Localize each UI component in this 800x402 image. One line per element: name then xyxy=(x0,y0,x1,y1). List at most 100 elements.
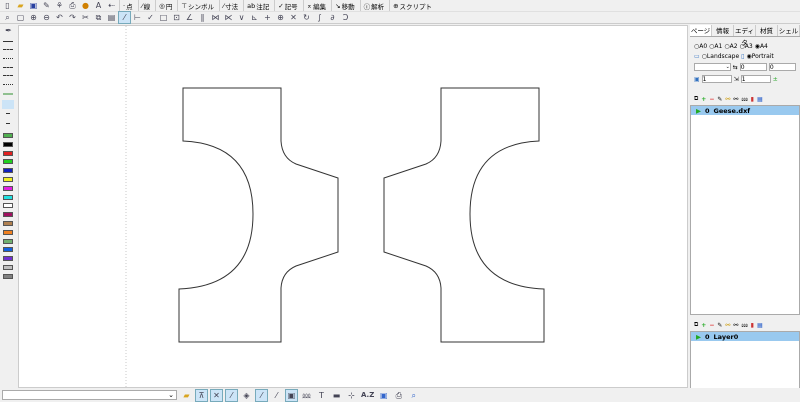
polyline-icon[interactable]: ✓ xyxy=(145,12,156,23)
linestyle-dash[interactable] xyxy=(3,49,13,50)
pen-icon[interactable]: ✒ xyxy=(3,25,14,36)
lineweight-selected[interactable] xyxy=(2,100,14,109)
undo-icon[interactable]: ↶ xyxy=(54,12,65,23)
linestyle-dashdot[interactable] xyxy=(3,75,13,76)
radio-a0[interactable]: ○A0 xyxy=(694,43,707,50)
menu-symbol[interactable]: ⊤ シンボル xyxy=(177,0,217,11)
linestyle-green[interactable] xyxy=(3,93,13,95)
import-icon[interactable]: ⧉ xyxy=(694,321,698,329)
tab-material[interactable]: 材質 xyxy=(756,25,778,36)
snap-grid-icon[interactable]: ▣ xyxy=(285,388,298,402)
color-swatch[interactable] xyxy=(3,194,13,200)
lineweight-3[interactable] xyxy=(6,123,10,124)
tab-editor[interactable]: エディタ xyxy=(734,25,756,47)
properties-icon[interactable]: ⅏ xyxy=(741,321,747,329)
unlink-icon[interactable]: ⚯ xyxy=(733,96,738,103)
color-swatch[interactable] xyxy=(3,203,13,209)
left-shape[interactable] xyxy=(178,87,339,343)
perpendicular-icon[interactable]: ⊾ xyxy=(249,12,260,23)
color-swatch[interactable] xyxy=(3,247,13,253)
print-icon[interactable]: ⎙ xyxy=(67,0,78,11)
edit-icon[interactable]: ✎ xyxy=(717,96,722,103)
add-icon[interactable]: + xyxy=(701,96,706,103)
monitor-icon[interactable]: ▬ xyxy=(331,390,342,401)
menu-dimension[interactable]: ⁄ 寸法 xyxy=(219,0,241,11)
play-icon[interactable]: ▶ xyxy=(696,107,701,115)
color-icon[interactable]: ▮ xyxy=(751,96,754,103)
import-icon[interactable]: ⧉ xyxy=(694,95,698,103)
linestyle-dot[interactable] xyxy=(3,58,13,59)
color-swatch[interactable] xyxy=(3,212,13,218)
spline-icon[interactable]: ↻ xyxy=(301,12,312,23)
zoom-out-icon[interactable]: ⊖ xyxy=(41,12,52,23)
link-icon[interactable]: ⚯ xyxy=(725,322,730,329)
scale1-select[interactable]: 1 xyxy=(701,75,732,83)
offset-y-input[interactable]: 0 xyxy=(768,63,797,71)
remove-icon[interactable]: − xyxy=(709,322,714,329)
color-swatch[interactable] xyxy=(3,265,13,270)
radio-a2[interactable]: ○A2 xyxy=(724,43,737,50)
bezier-icon[interactable]: ∂ xyxy=(327,12,338,23)
color-swatch[interactable] xyxy=(3,238,13,244)
copy-icon[interactable]: ⧉ xyxy=(93,12,104,23)
layer-props-icon[interactable]: ⅏ xyxy=(301,390,312,401)
radio-a1[interactable]: ○A1 xyxy=(709,43,722,50)
color-swatch[interactable] xyxy=(3,221,13,226)
redo-icon[interactable]: ↷ xyxy=(67,12,78,23)
snap-perp-icon[interactable]: ⁄ xyxy=(271,390,282,401)
menu-line[interactable]: ⁄ 線 xyxy=(137,0,154,11)
color-swatch[interactable] xyxy=(3,168,13,174)
parallel-icon[interactable]: ∥ xyxy=(197,12,208,23)
grid-icon[interactable]: ▦ xyxy=(757,96,763,103)
hv-line-icon[interactable]: ⊢ xyxy=(132,12,143,23)
tab-info[interactable]: 情報 xyxy=(712,25,734,36)
unlink-icon[interactable]: ⚯ xyxy=(733,322,738,329)
snap-endpoint-icon[interactable]: ⊼ xyxy=(195,388,208,402)
snap-midpoint-icon[interactable]: ⁄ xyxy=(255,388,268,402)
zoom-fit-icon[interactable]: ▢ xyxy=(15,12,26,23)
menu-analyze[interactable]: ⓘ 解析 xyxy=(359,0,388,11)
color-icon[interactable]: ▮ xyxy=(751,322,754,329)
menu-annotation[interactable]: ab 注記 xyxy=(243,0,272,11)
offset-x-input[interactable]: 0 xyxy=(739,63,767,71)
remove-icon[interactable]: − xyxy=(709,96,714,103)
zoom-window-icon[interactable]: ⌕ xyxy=(2,12,13,23)
save-icon[interactable]: ▣ xyxy=(28,0,39,11)
window-icon[interactable]: ▣ xyxy=(378,390,389,401)
drawing-canvas[interactable] xyxy=(18,25,688,389)
font-icon[interactable]: A xyxy=(93,0,104,11)
center-cross-icon[interactable]: ⊕ xyxy=(275,12,286,23)
save-as-icon[interactable]: ✎ xyxy=(41,0,52,11)
orthogonal-icon[interactable]: ∨ xyxy=(236,12,247,23)
edit-icon[interactable]: ✎ xyxy=(717,322,722,329)
tab-page[interactable]: ページ xyxy=(690,25,712,36)
color-swatch[interactable] xyxy=(3,229,13,235)
add-page-icon[interactable]: ± xyxy=(773,76,778,83)
menu-mark[interactable]: ✓ 記号 xyxy=(274,0,300,11)
file-item[interactable]: ▶ 0 Geese.dxf xyxy=(691,106,799,115)
open-folder-icon[interactable]: ▰ xyxy=(15,0,26,11)
play-icon[interactable]: ▶ xyxy=(696,333,701,341)
color-swatch[interactable] xyxy=(3,159,13,165)
paste-icon[interactable]: ▤ xyxy=(106,12,117,23)
text-props-icon[interactable]: T xyxy=(316,390,327,401)
new-file-icon[interactable]: ▯ xyxy=(2,0,13,11)
menu-script[interactable]: ⊕ スクリプト xyxy=(389,0,435,11)
print-preview-icon[interactable]: ⎙ xyxy=(393,390,404,401)
tab-shell[interactable]: シェル xyxy=(778,25,800,36)
color-swatch[interactable] xyxy=(3,133,13,138)
color-swatch[interactable] xyxy=(3,273,13,279)
snap-center-icon[interactable]: ◈ xyxy=(241,390,252,401)
hook-icon[interactable]: Ↄ xyxy=(340,12,351,23)
grid-icon[interactable]: ▦ xyxy=(757,322,763,329)
add-icon[interactable]: + xyxy=(701,322,706,329)
menu-edit[interactable]: ⌅ 編集 xyxy=(302,0,329,11)
bisector-icon[interactable]: ⋈ xyxy=(210,12,221,23)
scale2-select[interactable]: 1 xyxy=(740,75,771,83)
center-rect-icon[interactable]: ⊡ xyxy=(171,12,182,23)
snap-intersection-icon[interactable]: ✕ xyxy=(210,388,223,402)
linestyle-dash2[interactable] xyxy=(3,67,13,68)
zoom-icon[interactable]: ⌕ xyxy=(408,390,419,401)
command-input[interactable]: ⌄ xyxy=(2,390,177,400)
line-tool-icon[interactable]: ⁄ xyxy=(118,11,131,24)
